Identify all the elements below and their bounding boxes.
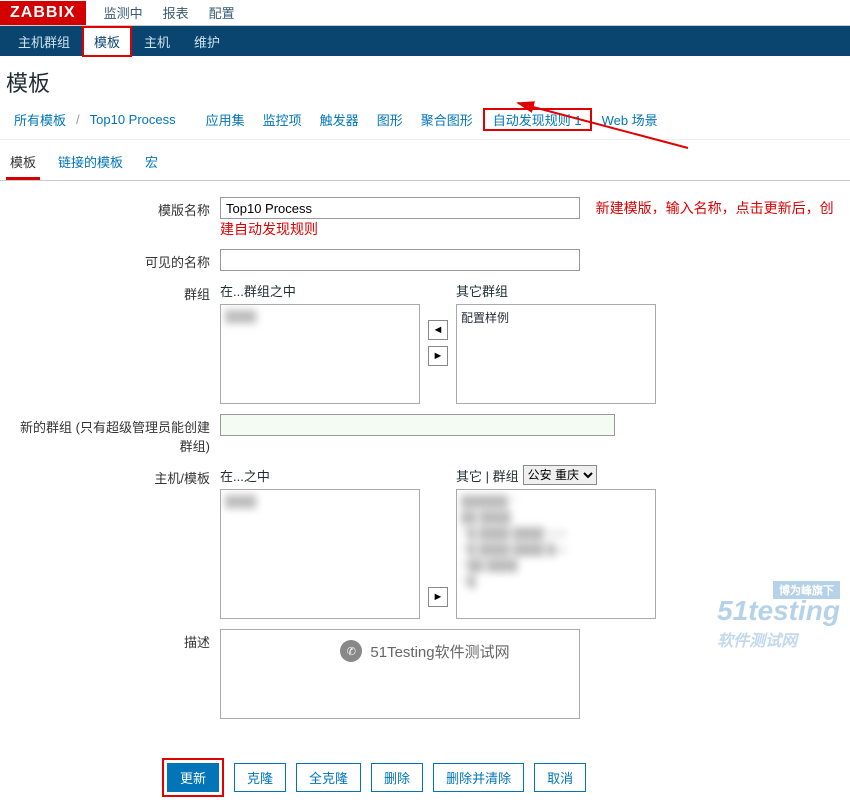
subnav-hostgroups[interactable]: 主机群组	[6, 26, 82, 57]
tabs: 模板 链接的模板 宏	[0, 140, 850, 181]
select-host-group[interactable]: 公安 重庆	[523, 465, 597, 485]
form-area: 模版名称 新建模版，输入名称，点击更新后，创建自动发现规则 可见的名称 群组 在…	[0, 181, 850, 748]
delete-button[interactable]: 删除	[371, 763, 423, 792]
filter-applications[interactable]: 应用集	[198, 110, 253, 129]
logo: ZABBIX	[0, 1, 86, 25]
filter-current[interactable]: Top10 Process	[82, 112, 184, 127]
label-other-hosts: 其它 | 群组	[456, 466, 519, 485]
subnav-templates[interactable]: 模板	[82, 26, 132, 57]
filter-discovery[interactable]: 自动发现规则 1	[483, 108, 592, 131]
sub-nav: 主机群组 模板 主机 维护	[0, 26, 850, 56]
label-hosts: 主机/模板	[10, 465, 220, 487]
update-button[interactable]: 更新	[167, 763, 219, 792]
tab-template[interactable]: 模板	[6, 146, 40, 180]
filter-graphs[interactable]: 图形	[369, 110, 411, 129]
top-nav: ZABBIX 监测中 报表 配置	[0, 0, 850, 26]
label-groups: 群组	[10, 281, 220, 303]
wechat-icon: ✆	[340, 640, 362, 662]
wechat-text: 51Testing软件测试网	[370, 641, 509, 662]
label-visible-name: 可见的名称	[10, 249, 220, 271]
breadcrumb-sep: /	[76, 112, 80, 127]
filter-all-templates[interactable]: 所有模板	[6, 110, 74, 129]
wechat-bar: ✆ 51Testing软件测试网	[0, 640, 850, 662]
list-item[interactable]: 配置样例	[461, 309, 651, 326]
label-other-groups: 其它群组	[456, 281, 656, 300]
button-row: 更新 克隆 全克隆 删除 删除并清除 取消	[0, 748, 850, 807]
full-clone-button[interactable]: 全克隆	[296, 763, 361, 792]
listbox-other-hosts[interactable]: ██████ *██ ████T█ ████ ████ viceT█ ████ …	[456, 489, 656, 619]
cancel-button[interactable]: 取消	[534, 763, 586, 792]
topnav-reports[interactable]: 报表	[153, 3, 199, 22]
listbox-other-groups[interactable]: 配置样例	[456, 304, 656, 404]
filter-row: 所有模板 / Top10 Process 应用集 监控项 触发器 图形 聚合图形…	[0, 104, 850, 140]
update-highlight: 更新	[162, 758, 224, 797]
filter-web[interactable]: Web 场景	[594, 110, 666, 129]
label-template-name: 模版名称	[10, 197, 220, 219]
label-in-hosts: 在...之中	[220, 466, 420, 485]
tab-macros[interactable]: 宏	[141, 146, 162, 180]
move-left-btn[interactable]: ◄	[428, 320, 448, 340]
page-title: 模板	[0, 56, 850, 104]
label-in-groups: 在...群组之中	[220, 281, 420, 300]
topnav-config[interactable]: 配置	[199, 3, 245, 22]
subnav-maintenance[interactable]: 维护	[182, 26, 232, 57]
input-visible-name[interactable]	[220, 249, 580, 271]
filter-triggers[interactable]: 触发器	[312, 110, 367, 129]
label-new-group: 新的群组 (只有超级管理员能创建群组)	[10, 414, 220, 455]
listbox-in-hosts[interactable]: ████	[220, 489, 420, 619]
delete-clear-button[interactable]: 删除并清除	[433, 763, 524, 792]
filter-items[interactable]: 监控项	[255, 110, 310, 129]
input-template-name[interactable]	[220, 197, 580, 219]
clone-button[interactable]: 克隆	[234, 763, 286, 792]
listbox-in-groups[interactable]: ████	[220, 304, 420, 404]
move-right-btn[interactable]: ►	[428, 346, 448, 366]
subnav-hosts[interactable]: 主机	[132, 26, 182, 57]
input-new-group[interactable]	[220, 414, 615, 436]
topnav-monitoring[interactable]: 监测中	[94, 3, 153, 22]
filter-screens[interactable]: 聚合图形	[413, 110, 481, 129]
move-right-hosts-btn[interactable]: ►	[428, 587, 448, 607]
tab-linked[interactable]: 链接的模板	[54, 146, 127, 180]
